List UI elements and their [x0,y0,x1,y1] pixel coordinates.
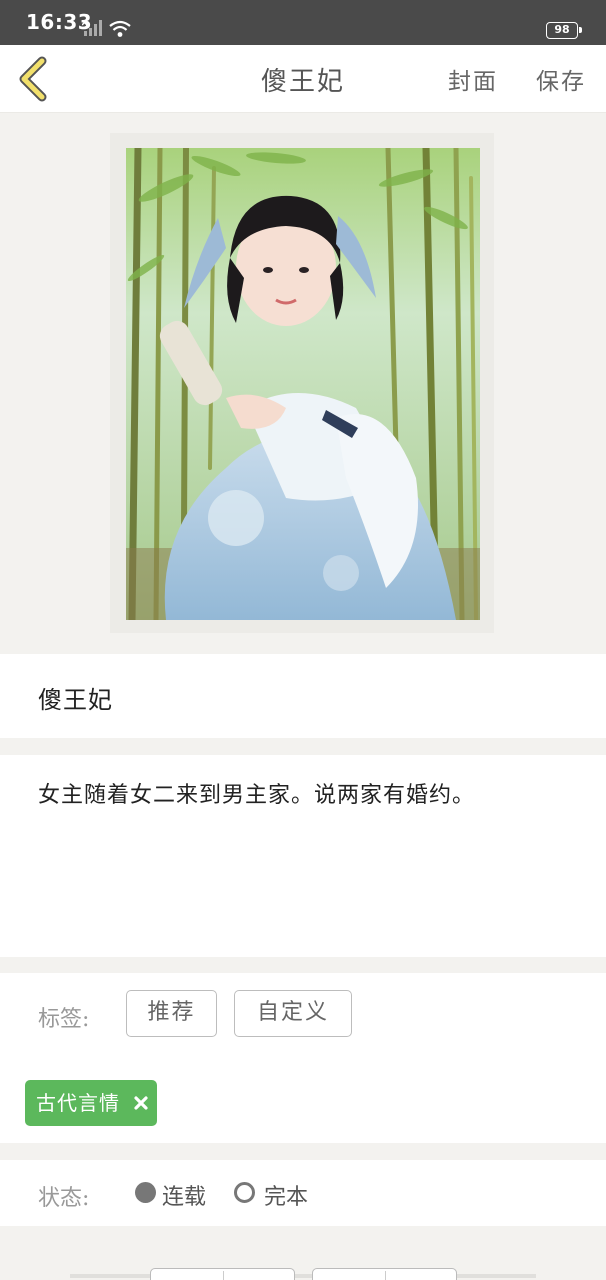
radio-completed[interactable] [234,1182,255,1203]
bottom-button-left[interactable] [150,1268,295,1280]
tag-section: 标签: 推荐 自定义 古代言情 [0,973,606,1143]
wifi-icon [109,20,131,37]
status-section: 状态: 连载 完本 [0,1160,606,1226]
battery-indicator: 98 [546,22,582,39]
custom-tag-button[interactable]: 自定义 [234,990,352,1037]
signal-icon [82,20,102,36]
book-intro-field[interactable]: 女主随着女二来到男主家。说两家有婚约。 [0,755,606,957]
cover-button[interactable]: 封面 [448,62,498,96]
close-icon[interactable] [134,1096,148,1110]
cover-image[interactable] [126,148,480,620]
radio-serializing[interactable] [135,1182,156,1203]
system-status-bar: 16:33 98 [0,0,606,45]
status-label: 状态: [38,1186,90,1211]
bottom-area [0,1226,606,1280]
radio-serializing-label[interactable]: 连载 [162,1179,206,1211]
cover-illustration [126,148,480,620]
book-intro-text: 女主随着女二来到男主家。说两家有婚约。 [38,783,476,808]
page-title: 傻王妃 [260,67,345,97]
book-title-text: 傻王妃 [38,686,113,714]
book-title-field[interactable]: 傻王妃 [0,654,606,738]
radio-completed-label[interactable]: 完本 [264,1179,308,1211]
cover-section [0,113,606,653]
cover-frame [110,133,494,633]
recommend-tag-button[interactable]: 推荐 [126,990,217,1037]
navigation-bar: 傻王妃 封面 保存 [0,45,606,113]
tag-chip: 古代言情 [25,1080,157,1126]
divider [70,1274,536,1278]
save-button[interactable]: 保存 [536,62,586,96]
tag-chip-label: 古代言情 [36,1091,120,1115]
bottom-button-right[interactable] [312,1268,457,1280]
tag-label: 标签: [38,1007,90,1032]
